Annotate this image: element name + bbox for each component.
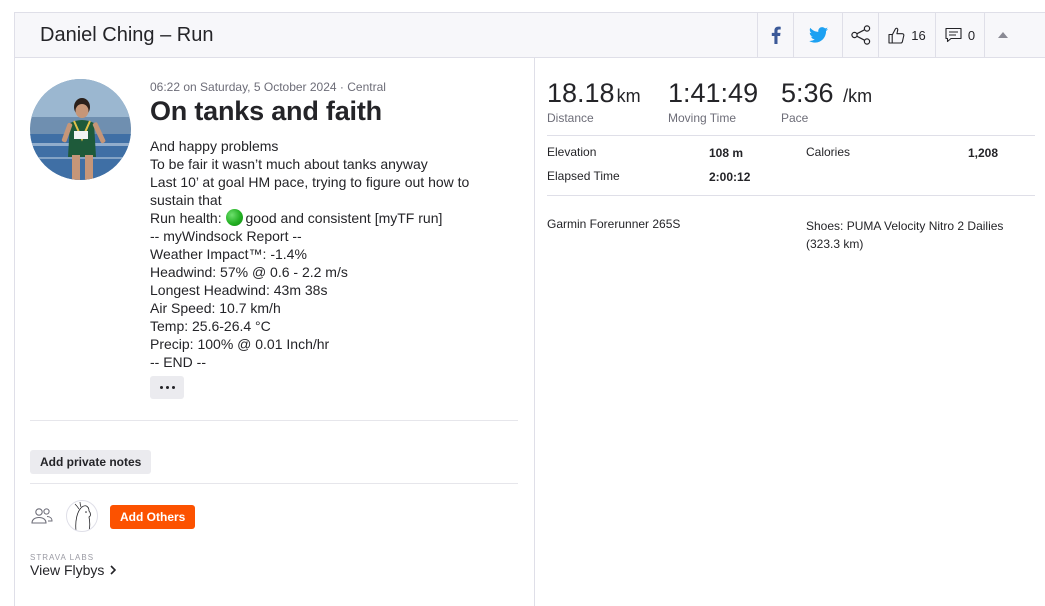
view-flybys-label: View Flybys: [30, 562, 105, 578]
section-divider: [30, 420, 518, 421]
elapsed-time-label: Elapsed Time: [547, 169, 620, 183]
distance-value: 18.18: [547, 78, 615, 108]
description-line: Weather Impact™: -1.4%: [150, 246, 307, 262]
moving-time-value: 1:41:49: [668, 78, 759, 108]
kudos-count: 16: [911, 27, 926, 43]
pace-label: Pace: [781, 111, 809, 125]
chevron-right-icon: [110, 565, 117, 575]
activity-header: Daniel Ching – Run 16 0: [15, 13, 1045, 58]
facebook-share-button[interactable]: [757, 13, 793, 57]
facebook-icon: [771, 26, 781, 44]
collapse-button[interactable]: [984, 13, 1021, 57]
comment-icon: [945, 27, 962, 43]
chevron-up-icon: [998, 32, 1008, 38]
athlete-avatar[interactable]: [30, 79, 131, 180]
distance-label: Distance: [547, 111, 594, 125]
view-flybys-link[interactable]: View Flybys: [30, 562, 117, 578]
thumbs-up-icon: [888, 27, 905, 44]
header-actions: 16 0: [757, 13, 1021, 57]
description-line: Headwind: 57% @ 0.6 - 2.2 m/s: [150, 264, 348, 280]
shoes-info[interactable]: Shoes: PUMA Velocity Nitro 2 Dailies (32…: [806, 217, 1003, 253]
ellipsis-dot: [159, 386, 163, 389]
add-others-button[interactable]: Add Others: [110, 505, 196, 529]
description-line: -- myWindsock Report --: [150, 228, 302, 244]
activity-details: 06:22 on Saturday, 5 October 2024 · Cent…: [15, 58, 535, 606]
section-divider: [30, 483, 518, 484]
share-icon: [850, 25, 870, 45]
pace-stat: 5:36 /km Pace: [781, 78, 872, 125]
run-health-label: Run health:: [150, 210, 222, 226]
more-options-button[interactable]: [150, 376, 184, 399]
pace-unit: /km: [843, 86, 873, 106]
description-line: Temp: 25.6-26.4 °C: [150, 318, 271, 334]
pace-value: 5:36: [781, 78, 834, 108]
distance-stat: 18.18 km Distance: [547, 78, 641, 125]
description-line: Air Speed: 10.7 km/h: [150, 300, 281, 316]
add-private-notes-button[interactable]: Add private notes: [30, 450, 152, 474]
twitter-icon: [808, 27, 828, 43]
elevation-label: Elevation: [547, 145, 597, 159]
description-line: And happy problems: [150, 138, 279, 154]
stats-divider: [547, 135, 1035, 136]
kudos-button[interactable]: 16: [878, 13, 935, 57]
activity-name: On tanks and faith: [150, 96, 382, 126]
elevation-value: 108 m: [709, 146, 744, 160]
shoes-distance: (323.3 km): [806, 237, 864, 251]
calories-value: 1,208: [968, 146, 999, 160]
strava-labs-label: STRAVA LABS: [30, 553, 95, 562]
placeholder-avatar: [66, 500, 98, 532]
activity-card: Daniel Ching – Run 16 0 06:22 on Saturda…: [14, 12, 1045, 606]
twitter-share-button[interactable]: [793, 13, 842, 57]
group-icon: [31, 508, 53, 524]
activity-description: And happy problems To be fair it wasn’t …: [150, 137, 510, 371]
elapsed-time-value: 2:00:12: [709, 170, 751, 184]
device-name: Garmin Forerunner 265S: [547, 217, 681, 231]
comments-count: 0: [967, 27, 976, 43]
calories-label: Calories: [806, 145, 851, 159]
description-line: Run health: good and consistent [myTF ru…: [150, 209, 510, 227]
ellipsis-dot: [171, 386, 175, 389]
activity-stats: 18.18 km Distance 1:41:49 Moving Time 5:3…: [535, 58, 1045, 606]
activity-meta: 06:22 on Saturday, 5 October 2024 · Cent…: [150, 80, 386, 94]
ellipsis-dot: [165, 386, 169, 389]
description-line: -- END --: [150, 354, 206, 370]
description-line: Last 10’ at goal HM pace, trying to figu…: [150, 174, 470, 208]
shoes-name: Shoes: PUMA Velocity Nitro 2 Dailies: [806, 219, 1004, 233]
moving-time-stat: 1:41:49 Moving Time: [668, 78, 758, 125]
comments-button[interactable]: 0: [935, 13, 984, 57]
run-health-text: good and consistent [myTF run]: [245, 210, 443, 226]
athlete-activity-title: Daniel Ching – Run: [40, 24, 214, 46]
green-circle-icon: [225, 209, 243, 226]
distance-unit: km: [616, 86, 641, 106]
description-line: Precip: 100% @ 0.01 Inch/hr: [150, 336, 330, 352]
description-line: Longest Headwind: 43m 38s: [150, 282, 328, 298]
description-line: To be fair it wasn’t much about tanks an…: [150, 156, 428, 172]
share-button[interactable]: [842, 13, 878, 57]
moving-time-label: Moving Time: [668, 111, 737, 125]
stats-divider: [547, 195, 1035, 196]
